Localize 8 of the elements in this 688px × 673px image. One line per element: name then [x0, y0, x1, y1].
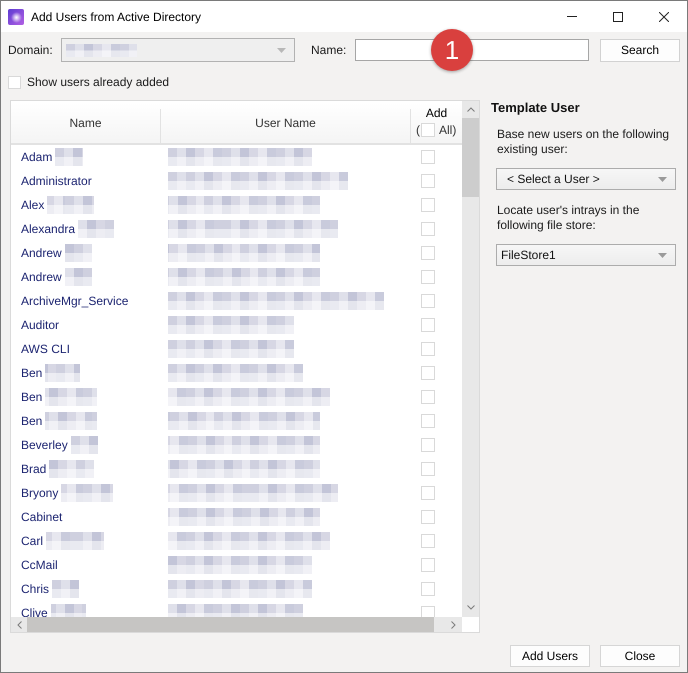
window-title: Add Users from Active Directory: [31, 10, 202, 24]
step-number-callout-overlay: 1: [431, 29, 473, 71]
field-label: Domain:: [8, 43, 54, 57]
field-label: Name:: [311, 43, 348, 57]
panel-title: Template User: [491, 100, 581, 116]
bracket-text: (: [416, 123, 420, 137]
prompt-text: Base new users on the following existing user:: [497, 127, 670, 157]
prompt-text: Locate user's intrays in the following file store:: [497, 203, 640, 233]
